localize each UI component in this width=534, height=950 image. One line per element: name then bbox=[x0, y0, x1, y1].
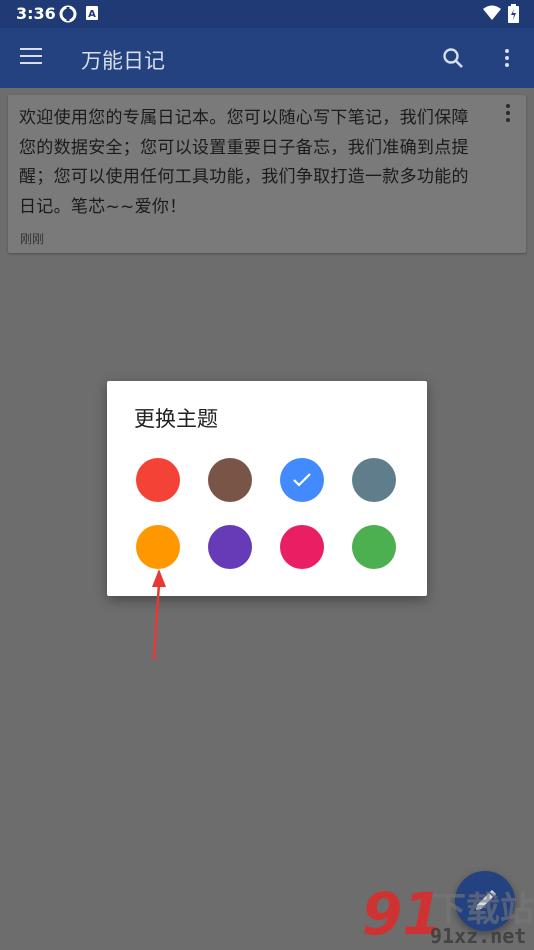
note-line: 您的数据安全；您可以设置重要日子备忘，我们准确到点提 bbox=[19, 137, 469, 158]
hamburger-menu-icon[interactable] bbox=[20, 48, 42, 66]
svg-text:A: A bbox=[88, 9, 96, 20]
color-swatch-red[interactable] bbox=[136, 458, 180, 502]
color-swatch-purple[interactable] bbox=[208, 525, 252, 569]
a-badge-icon: A bbox=[85, 5, 99, 25]
app-bar: 万能日记 bbox=[0, 28, 534, 88]
color-swatch-blue-grey[interactable] bbox=[352, 458, 396, 502]
color-swatch-green[interactable] bbox=[352, 525, 396, 569]
search-icon[interactable] bbox=[442, 47, 464, 73]
check-icon bbox=[293, 473, 311, 487]
note-content: 欢迎使用您的专属日记本。您可以随心写下笔记，我们保障 您的数据安全；您可以设置重… bbox=[19, 104, 489, 222]
annotation-arrow bbox=[152, 569, 166, 661]
note-line: 醒；您可以使用任何工具功能，我们争取打造一款多功能的 bbox=[19, 167, 469, 187]
sync-icon bbox=[59, 5, 77, 27]
watermark: 91 下载站 91xz.net bbox=[362, 880, 534, 950]
color-swatch-brown[interactable] bbox=[208, 458, 252, 502]
battery-charging-icon bbox=[508, 4, 519, 27]
dialog-title: 更换主题 bbox=[134, 407, 218, 431]
color-swatch-orange[interactable] bbox=[136, 525, 180, 569]
color-swatch-pink[interactable] bbox=[280, 525, 324, 569]
app-title: 万能日记 bbox=[81, 49, 165, 73]
status-bar: 3:36 A bbox=[0, 0, 534, 28]
note-card[interactable]: 欢迎使用您的专属日记本。您可以随心写下笔记，我们保障 您的数据安全；您可以设置重… bbox=[8, 95, 526, 253]
note-line: 日记。笔芯~~爱你！ bbox=[19, 196, 187, 217]
note-line: 欢迎使用您的专属日记本。您可以随心写下笔记，我们保障 bbox=[19, 108, 469, 128]
more-vert-icon[interactable] bbox=[505, 49, 509, 70]
theme-dialog: 更换主题 bbox=[107, 381, 427, 596]
status-time: 3:36 bbox=[16, 4, 56, 23]
note-time: 刚刚 bbox=[20, 232, 45, 246]
note-more-icon[interactable] bbox=[506, 104, 510, 125]
color-swatch-blue[interactable] bbox=[280, 458, 324, 502]
watermark-site: 91xz.net bbox=[430, 924, 527, 948]
wifi-icon bbox=[483, 5, 501, 25]
